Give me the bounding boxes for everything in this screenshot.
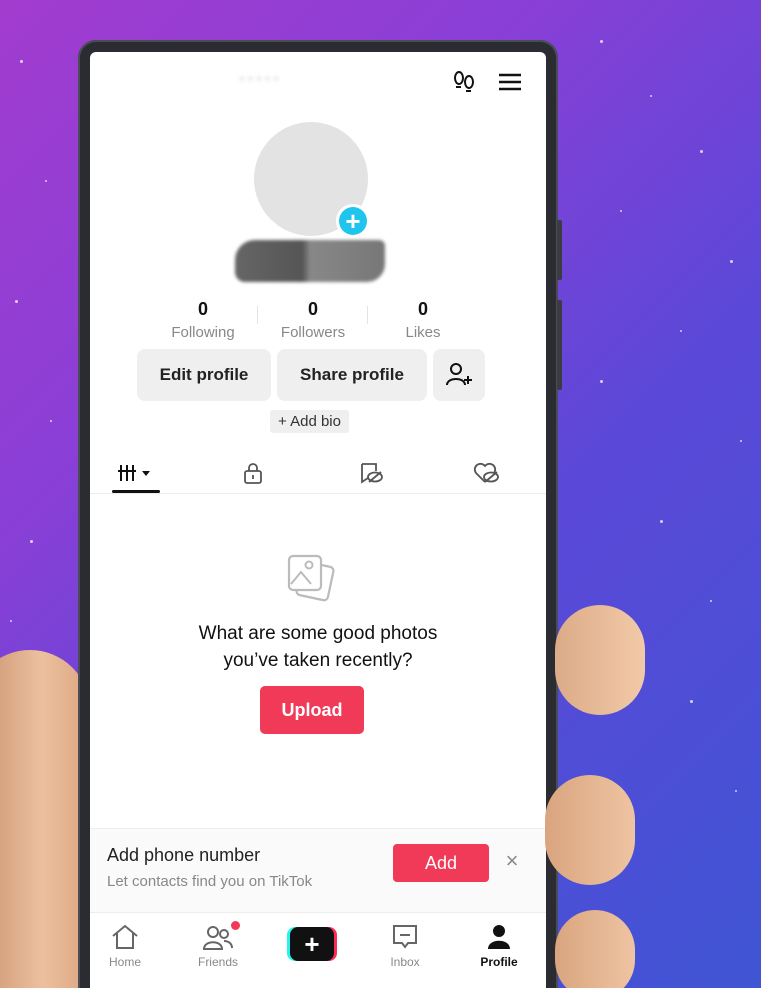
close-icon[interactable]: × (502, 850, 522, 872)
followers-label: Followers (280, 324, 346, 341)
add-phone-banner: Add phone number Let contacts find you o… (90, 828, 546, 912)
nav-profile-label: Profile (480, 955, 518, 969)
profile-icon (488, 925, 510, 949)
empty-state-line-1: What are some good photos (198, 623, 438, 644)
phone-frame: · · · · · + 0 Following 0 Followers 0 Li… (78, 40, 562, 988)
share-profile-button[interactable]: Share profile (277, 349, 427, 401)
reposts-icon (361, 463, 383, 484)
add-phone-button[interactable]: Add (393, 844, 489, 882)
upload-button[interactable]: Upload (260, 686, 364, 734)
photos-icon (287, 554, 335, 602)
content-tabs (90, 452, 546, 494)
nav-friends[interactable]: Friends (183, 921, 253, 969)
home-icon (112, 924, 138, 949)
followers-count: 0 (307, 299, 318, 319)
create-icon: + (290, 927, 334, 961)
stat-followers[interactable]: 0 Followers (258, 298, 368, 341)
tiktok-profile-screen: · · · · · + 0 Following 0 Followers 0 Li… (90, 52, 546, 988)
bottom-navigation: Home Friends + Inbox Profile (90, 912, 546, 988)
empty-state-line-2: you’ve taken recently? (223, 650, 413, 671)
likes-label: Likes (405, 324, 441, 341)
following-count: 0 (197, 299, 208, 319)
profile-actions: Edit profile Share profile (137, 349, 485, 401)
nav-inbox[interactable]: Inbox (370, 921, 440, 969)
friends-icon (202, 926, 233, 950)
tab-liked[interactable] (462, 458, 512, 488)
empty-state-prompt: What are some good photos you’ve taken r… (90, 620, 546, 674)
add-person-icon (446, 363, 472, 386)
plus-icon: + (339, 207, 367, 235)
liked-icon (473, 462, 499, 483)
hamburger-menu-icon[interactable] (496, 68, 524, 96)
hand-finger-3 (555, 910, 635, 988)
username[interactable]: · · · · · (240, 70, 279, 86)
lock-icon (244, 463, 262, 484)
inbox-icon (393, 925, 417, 949)
edit-profile-button[interactable]: Edit profile (137, 349, 271, 401)
stat-following[interactable]: 0 Following (148, 298, 258, 341)
banner-title: Add phone number (107, 845, 261, 865)
hand-thumb (0, 650, 90, 988)
hand-finger-2 (545, 775, 635, 885)
stat-likes[interactable]: 0 Likes (368, 298, 478, 341)
nav-inbox-label: Inbox (390, 955, 420, 969)
footprints-icon[interactable] (450, 68, 478, 96)
profile-stats: 0 Following 0 Followers 0 Likes (148, 298, 478, 341)
grid-icon (118, 465, 150, 481)
active-tab-indicator (112, 490, 160, 493)
tab-private[interactable] (228, 458, 278, 488)
hand-finger-1 (555, 605, 645, 715)
tab-videos[interactable] (112, 458, 162, 488)
add-avatar-button[interactable]: + (336, 204, 370, 238)
banner-subtitle: Let contacts find you on TikTok (107, 873, 313, 890)
tab-reposts[interactable] (346, 458, 396, 488)
add-bio-button[interactable]: + Add bio (270, 410, 349, 433)
nav-home-label: Home (108, 955, 141, 969)
nav-profile[interactable]: Profile (464, 921, 534, 969)
add-friends-button[interactable] (433, 349, 485, 401)
create-button[interactable]: + (287, 927, 337, 961)
likes-count: 0 (417, 299, 428, 319)
following-label: Following (171, 324, 235, 341)
nav-home[interactable]: Home (90, 921, 160, 969)
redacted-display-name (235, 240, 385, 282)
top-bar: · · · · · (90, 52, 546, 112)
notification-dot (231, 921, 240, 930)
nav-friends-label: Friends (197, 955, 238, 969)
